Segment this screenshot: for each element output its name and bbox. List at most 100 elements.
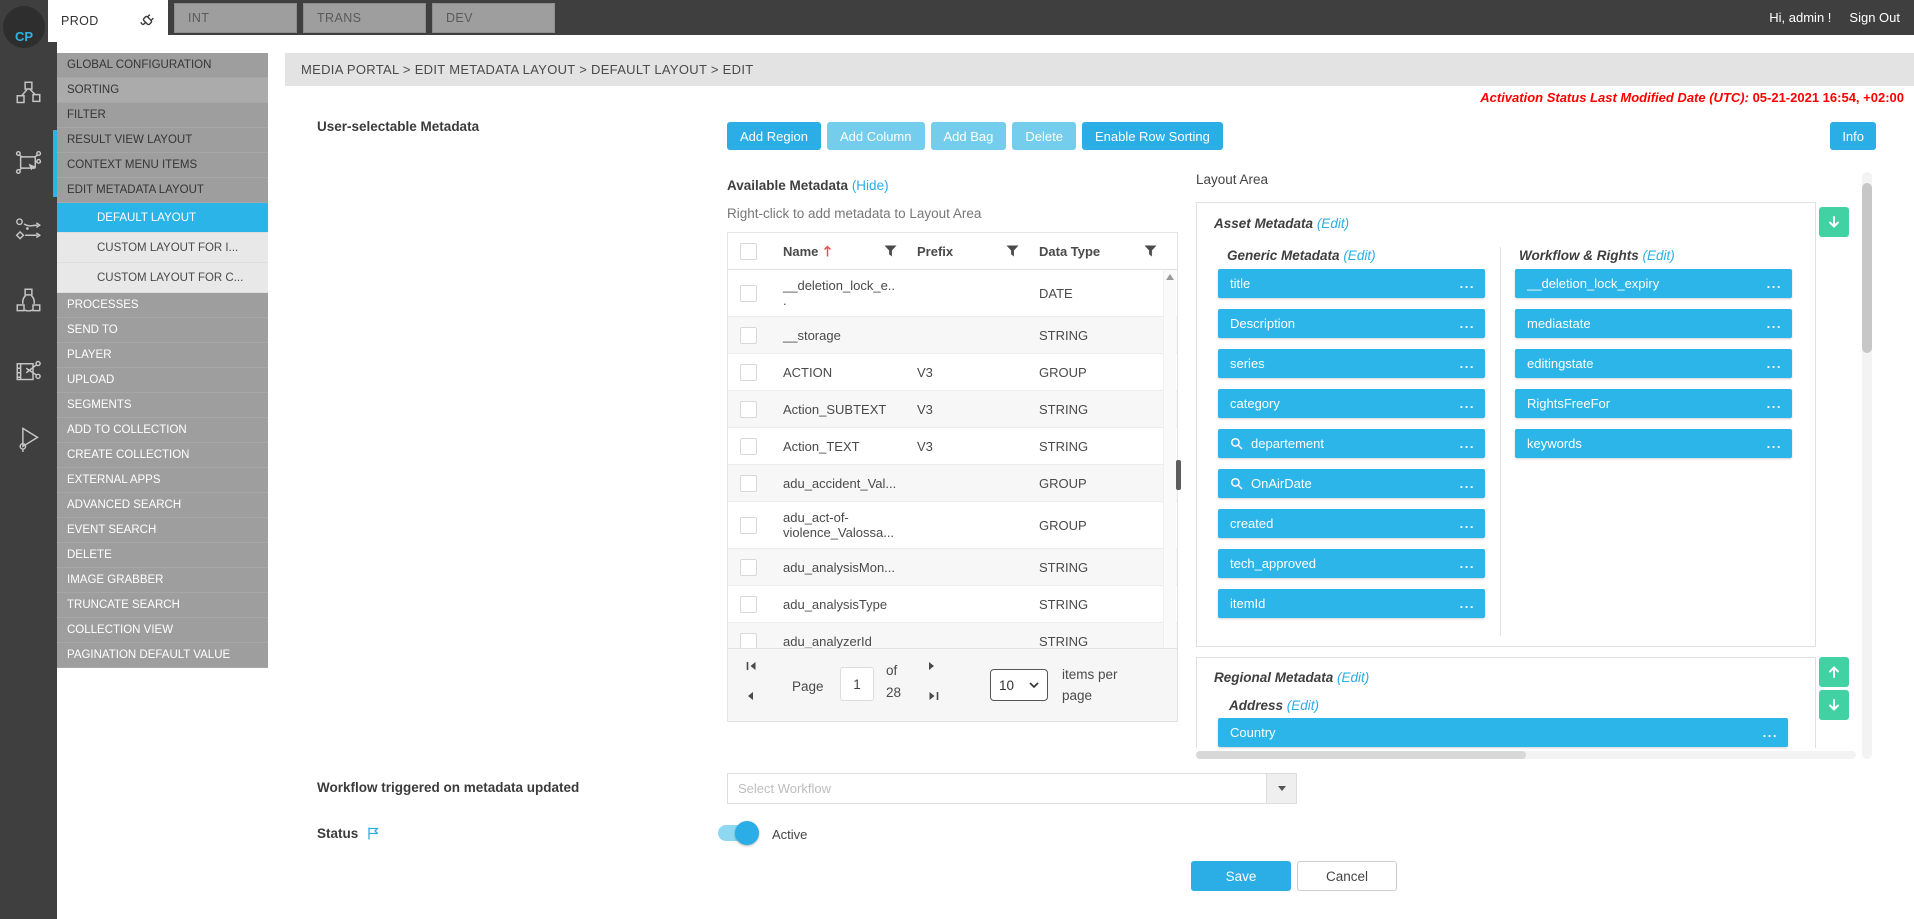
previous-page-button[interactable]: [746, 691, 754, 701]
media-editing-icon[interactable]: [15, 357, 42, 384]
metadata-chip[interactable]: RightsFreeFor ...: [1515, 389, 1792, 418]
select-all-checkbox[interactable]: [740, 243, 757, 260]
env-tab-dev[interactable]: DEV: [432, 3, 555, 33]
env-tab-trans[interactable]: TRANS: [303, 3, 426, 33]
last-page-button[interactable]: [928, 691, 939, 701]
prefix-column-header[interactable]: Prefix: [901, 236, 1023, 267]
edit-link[interactable]: (Edit): [1317, 216, 1349, 231]
name-column-header[interactable]: Name: [767, 236, 901, 267]
add-region-button[interactable]: Add Region: [727, 122, 821, 150]
row-checkbox[interactable]: [740, 438, 757, 455]
sidebar-item[interactable]: DELETE: [57, 543, 268, 568]
edit-link[interactable]: (Edit): [1337, 670, 1369, 685]
workflow-select[interactable]: Select Workflow: [727, 773, 1297, 804]
sidebar-item[interactable]: EXTERNAL APPS: [57, 468, 268, 493]
sidebar-item[interactable]: PAGINATION DEFAULT VALUE: [57, 643, 268, 668]
info-button[interactable]: Info: [1830, 122, 1876, 150]
processes-icon[interactable]: [15, 215, 42, 242]
delete-button[interactable]: Delete: [1012, 122, 1076, 150]
move-section-down-button[interactable]: [1819, 690, 1849, 720]
row-checkbox[interactable]: [740, 401, 757, 418]
first-page-button[interactable]: [746, 661, 757, 671]
sidebar-item[interactable]: GLOBAL CONFIGURATION: [57, 53, 268, 78]
status-toggle[interactable]: [716, 820, 760, 846]
sign-out-link[interactable]: Sign Out: [1849, 10, 1900, 25]
metadata-chip[interactable]: itemId ...: [1218, 589, 1485, 618]
hide-link[interactable]: (Hide): [852, 178, 889, 193]
sidebar-item[interactable]: RESULT VIEW LAYOUT: [57, 128, 268, 153]
sidebar-item[interactable]: SORTING: [57, 78, 268, 103]
env-tab-int[interactable]: INT: [174, 3, 297, 33]
metadata-chip[interactable]: category ...: [1218, 389, 1485, 418]
next-page-button[interactable]: [928, 661, 936, 671]
move-section-up-button[interactable]: [1819, 657, 1849, 687]
sidebar-item-custom-layout-2[interactable]: CUSTOM LAYOUT FOR C...: [57, 263, 268, 293]
table-row[interactable]: __storage STRING: [728, 317, 1177, 354]
chip-menu-ellipsis[interactable]: ...: [1460, 276, 1475, 291]
edit-link[interactable]: (Edit): [1643, 248, 1675, 263]
collections-icon[interactable]: [15, 287, 42, 314]
chip-menu-ellipsis[interactable]: ...: [1460, 516, 1475, 531]
metadata-chip[interactable]: title ...: [1218, 269, 1485, 298]
chip-menu-ellipsis[interactable]: ...: [1460, 396, 1475, 411]
table-scrollbar[interactable]: [1163, 270, 1176, 659]
row-checkbox[interactable]: [740, 596, 757, 613]
sidebar-item-custom-layout-1[interactable]: CUSTOM LAYOUT FOR I...: [57, 233, 268, 263]
filter-icon[interactable]: [1006, 245, 1019, 257]
table-row[interactable]: __deletion_lock_e... DATE: [728, 270, 1177, 317]
chip-menu-ellipsis[interactable]: ...: [1767, 356, 1782, 371]
page-number-input[interactable]: [840, 667, 874, 701]
chip-menu-ellipsis[interactable]: ...: [1767, 316, 1782, 331]
row-checkbox[interactable]: [740, 327, 757, 344]
sidebar-item[interactable]: CREATE COLLECTION: [57, 443, 268, 468]
table-row[interactable]: Action_TEXT V3 STRING: [728, 428, 1177, 465]
sidebar-item[interactable]: SEND TO: [57, 318, 268, 343]
sidebar-item[interactable]: SEGMENTS: [57, 393, 268, 418]
table-row[interactable]: adu_analysisMon... STRING: [728, 549, 1177, 586]
sidebar-item-default-layout[interactable]: DEFAULT LAYOUT: [57, 203, 268, 233]
table-row[interactable]: adu_analysisType STRING: [728, 586, 1177, 623]
sidebar-item[interactable]: CONTEXT MENU ITEMS: [57, 153, 268, 178]
metadata-chip[interactable]: mediastate ...: [1515, 309, 1792, 338]
table-row[interactable]: ACTION V3 GROUP: [728, 354, 1177, 391]
add-column-button[interactable]: Add Column: [827, 122, 925, 150]
metadata-chip[interactable]: tech_approved ...: [1218, 549, 1485, 578]
row-checkbox[interactable]: [740, 633, 757, 650]
metadata-chip[interactable]: editingstate ...: [1515, 349, 1792, 378]
horizontal-scrollbar[interactable]: [1196, 751, 1856, 759]
vertical-scrollbar[interactable]: [1862, 172, 1872, 759]
add-bag-button[interactable]: Add Bag: [931, 122, 1007, 150]
metadata-chip[interactable]: Description ...: [1218, 309, 1485, 338]
chip-menu-ellipsis[interactable]: ...: [1460, 356, 1475, 371]
chip-menu-ellipsis[interactable]: ...: [1460, 316, 1475, 331]
media-assets-icon[interactable]: [15, 80, 42, 107]
filter-icon[interactable]: [1144, 245, 1157, 257]
chip-menu-ellipsis[interactable]: ...: [1767, 276, 1782, 291]
enable-row-sorting-button[interactable]: Enable Row Sorting: [1082, 122, 1223, 150]
table-row[interactable]: Action_SUBTEXT V3 STRING: [728, 391, 1177, 428]
sidebar-item[interactable]: TRUNCATE SEARCH: [57, 593, 268, 618]
sidebar-item[interactable]: EDIT METADATA LAYOUT: [57, 178, 268, 203]
sidebar-item[interactable]: COLLECTION VIEW: [57, 618, 268, 643]
cancel-button[interactable]: Cancel: [1297, 861, 1397, 891]
metadata-chip[interactable]: series ...: [1218, 349, 1485, 378]
row-checkbox[interactable]: [740, 517, 757, 534]
page-size-select[interactable]: 10: [990, 669, 1048, 701]
table-row[interactable]: adu_act-of-violence_Valossa... GROUP: [728, 502, 1177, 549]
app-logo[interactable]: CP: [3, 6, 45, 48]
metadata-chip[interactable]: keywords ...: [1515, 429, 1792, 458]
table-row[interactable]: adu_accident_Val... GROUP: [728, 465, 1177, 502]
metadata-chip[interactable]: __deletion_lock_expiry ...: [1515, 269, 1792, 298]
row-checkbox[interactable]: [740, 559, 757, 576]
sidebar-item[interactable]: UPLOAD: [57, 368, 268, 393]
move-section-down-button[interactable]: [1819, 207, 1849, 237]
player-icon[interactable]: [15, 425, 42, 452]
chip-menu-ellipsis[interactable]: ...: [1767, 396, 1782, 411]
configuration-icon[interactable]: [15, 149, 42, 176]
save-button[interactable]: Save: [1191, 861, 1291, 891]
chip-menu-ellipsis[interactable]: ...: [1767, 436, 1782, 451]
sidebar-item[interactable]: ADVANCED SEARCH: [57, 493, 268, 518]
chip-menu-ellipsis[interactable]: ...: [1763, 725, 1778, 740]
sidebar-item[interactable]: EVENT SEARCH: [57, 518, 268, 543]
scrollbar-thumb[interactable]: [1862, 183, 1872, 353]
